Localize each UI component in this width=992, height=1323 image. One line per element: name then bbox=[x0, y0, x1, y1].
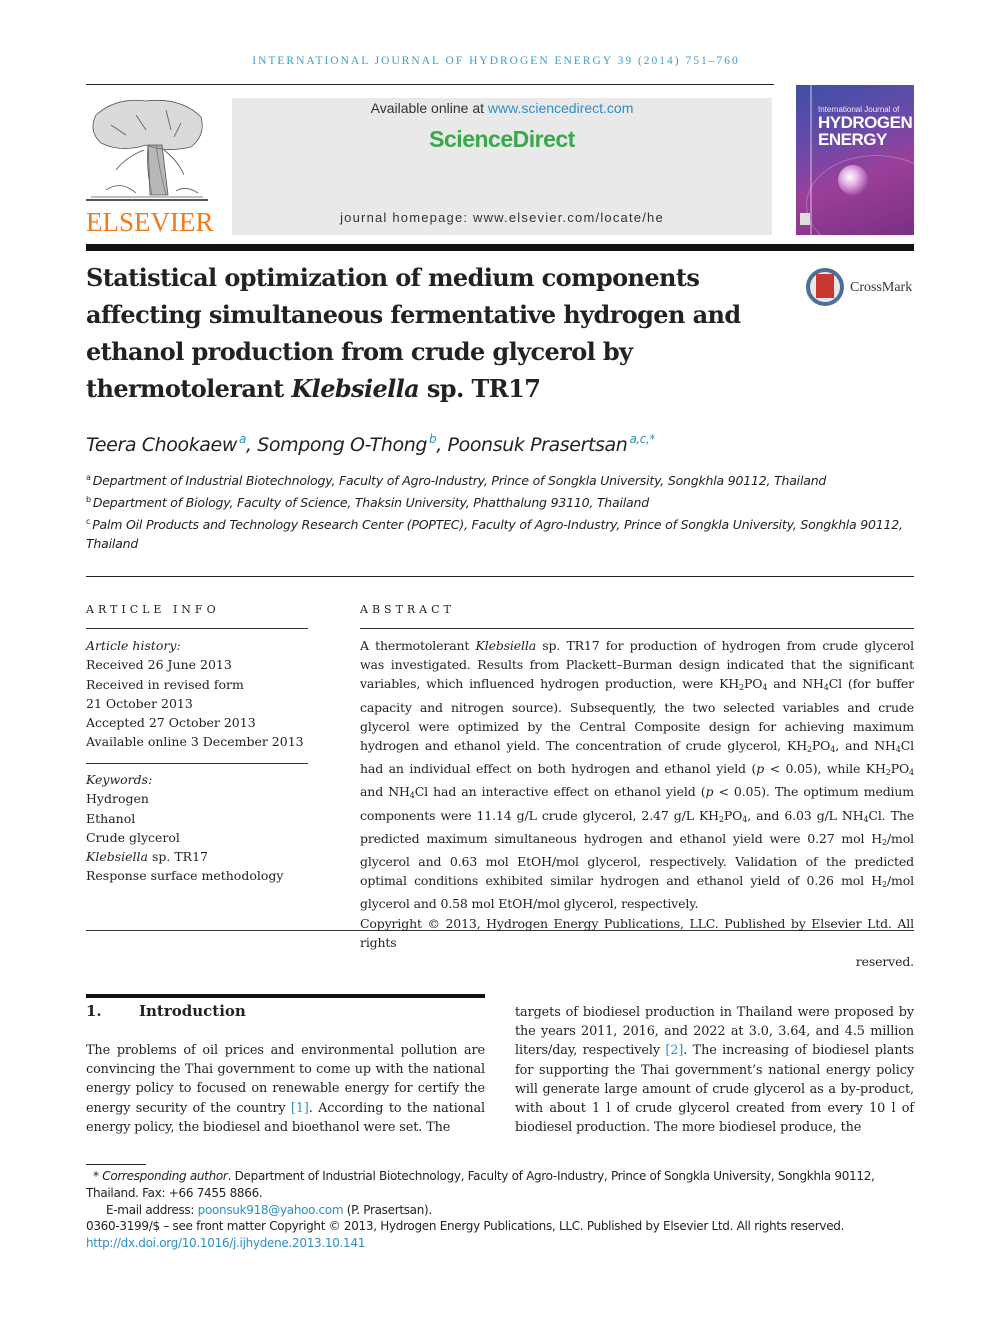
history-item: Accepted 27 October 2013 bbox=[86, 715, 256, 731]
sciencedirect-brand[interactable]: ScienceDirect bbox=[232, 126, 772, 153]
affiliations: a Department of Industrial Biotechnology,… bbox=[86, 468, 916, 553]
abstract-heading: ABSTRACT bbox=[360, 603, 455, 616]
introduction-text-left: The problems of oil prices and environme… bbox=[86, 1043, 485, 1135]
footnotes: * Corresponding author. Department of In… bbox=[86, 1168, 916, 1252]
abstract-paragraph: A thermotolerant Klebsiella sp. TR17 for… bbox=[360, 638, 915, 912]
author-list: Teera Chookaew a, Sompong O-Thong b, Poons… bbox=[86, 432, 656, 456]
available-online-prefix: Available online at bbox=[370, 100, 488, 116]
info-rule bbox=[86, 628, 308, 629]
author-name[interactable]: Teera Chookaew bbox=[86, 434, 237, 456]
keyword: Hydrogen bbox=[86, 791, 149, 807]
affiliation: c Palm Oil Products and Technology Resear… bbox=[86, 512, 916, 553]
introduction-rule bbox=[86, 994, 485, 998]
author-affil-sup[interactable]: a,c,* bbox=[629, 432, 655, 446]
affiliation: a Department of Industrial Biotechnology,… bbox=[86, 468, 916, 490]
cover-publisher-icon bbox=[800, 213, 810, 225]
article-title: Statistical optimization of medium compo… bbox=[86, 259, 766, 407]
copyright-end: reserved. bbox=[855, 954, 914, 970]
elsevier-logo[interactable]: ELSEVIER bbox=[86, 95, 214, 237]
abstract-body: A thermotolerant Klebsiella sp. TR17 for… bbox=[360, 636, 914, 971]
keyword-strain: sp. TR17 bbox=[148, 849, 208, 865]
title-genus: Klebsiella bbox=[291, 374, 420, 403]
cover-title: HYDROGEN ENERGY bbox=[818, 113, 913, 149]
author-affil-sup[interactable]: b bbox=[429, 432, 437, 446]
affiliation-label: c bbox=[86, 517, 91, 526]
affiliation-text: Palm Oil Products and Technology Researc… bbox=[86, 517, 903, 551]
crossmark-label: CrossMark bbox=[850, 280, 913, 295]
keyword: Klebsiella sp. TR17 bbox=[86, 847, 283, 866]
front-matter: 0360-3199/$ – see front matter Copyright… bbox=[86, 1219, 845, 1234]
info-rule bbox=[86, 763, 308, 764]
journal-cover[interactable]: International Journal of HYDROGEN ENERGY bbox=[796, 85, 914, 235]
affiliation-label: b bbox=[86, 495, 91, 504]
email-link[interactable]: poonsuk918@yahoo.com bbox=[198, 1203, 344, 1217]
section-title: Introduction bbox=[139, 1002, 246, 1020]
journal-homepage[interactable]: journal homepage: www.elsevier.com/locat… bbox=[232, 210, 772, 225]
cover-orb-icon bbox=[838, 165, 868, 195]
introduction-heading: 1. Introduction bbox=[86, 1002, 246, 1020]
header-thick-rule bbox=[86, 244, 914, 251]
keywords-heading: Keywords: bbox=[86, 772, 153, 787]
history-item: 21 October 2013 bbox=[86, 695, 193, 711]
affiliation: b Department of Biology, Faculty of Scien… bbox=[86, 490, 916, 512]
keyword: Ethanol bbox=[86, 810, 136, 826]
footnote-rule bbox=[86, 1164, 146, 1165]
keyword-genus: Klebsiella bbox=[86, 849, 148, 865]
keyword: Crude glycerol bbox=[86, 829, 180, 845]
email-note: E-mail address: poonsuk918@yahoo.com (P.… bbox=[106, 1202, 432, 1217]
affiliation-text: Department of Biology, Faculty of Scienc… bbox=[92, 495, 649, 510]
crossmark-ribbon-icon bbox=[816, 274, 834, 298]
history-item: Received in revised form bbox=[86, 676, 244, 692]
crossmark-badge[interactable]: CrossMark bbox=[806, 268, 916, 308]
author-name[interactable]: Poonsuk Prasertsan bbox=[448, 434, 628, 456]
article-history: Article history: Received 26 June 2013 R… bbox=[86, 636, 304, 752]
author-name[interactable]: Sompong O-Thong bbox=[257, 434, 427, 456]
affiliation-text: Department of Industrial Biotechnology, … bbox=[92, 473, 827, 488]
history-item: Received 26 June 2013 bbox=[86, 657, 232, 673]
introduction-text-right: targets of biodiesel production in Thail… bbox=[515, 1005, 914, 1136]
cover-title-line1: HYDROGEN bbox=[818, 113, 913, 132]
cover-title-line2: ENERGY bbox=[818, 130, 887, 149]
history-heading: Article history: bbox=[86, 638, 181, 653]
section-number: 1. bbox=[86, 1002, 102, 1020]
author-affil-sup[interactable]: a bbox=[239, 432, 246, 446]
article-info-heading: ARTICLE INFO bbox=[86, 603, 220, 616]
abstract-bottom-rule bbox=[86, 930, 914, 931]
header-rule bbox=[86, 84, 774, 85]
affiliation-label: a bbox=[86, 473, 91, 482]
copyright-line: Copyright © 2013, Hydrogen Energy Public… bbox=[360, 915, 914, 950]
citation-link[interactable]: [1] bbox=[291, 1101, 309, 1116]
running-head: INTERNATIONAL JOURNAL OF HYDROGEN ENERGY… bbox=[252, 55, 740, 67]
sciencedirect-link[interactable]: www.sciencedirect.com bbox=[488, 100, 634, 116]
keywords: Keywords: Hydrogen Ethanol Crude glycero… bbox=[86, 770, 283, 886]
section-rule bbox=[86, 576, 914, 577]
sciencedirect-banner: Available online at www.sciencedirect.co… bbox=[232, 98, 772, 235]
corresponding-author-note: * Corresponding author. Department of In… bbox=[86, 1169, 875, 1200]
history-item: Available online 3 December 2013 bbox=[86, 734, 304, 750]
citation-link[interactable]: [2] bbox=[665, 1043, 683, 1058]
elsevier-tree-icon bbox=[86, 99, 208, 201]
abstract-rule bbox=[360, 628, 914, 629]
abstract-copyright: Copyright © 2013, Hydrogen Energy Public… bbox=[360, 914, 914, 972]
elsevier-wordmark: ELSEVIER bbox=[86, 207, 214, 237]
title-strain: sp. TR17 bbox=[419, 374, 541, 403]
doi-link[interactable]: http://dx.doi.org/10.1016/j.ijhydene.201… bbox=[86, 1236, 365, 1250]
available-online-text: Available online at www.sciencedirect.co… bbox=[232, 100, 772, 116]
keyword: Response surface methodology bbox=[86, 868, 284, 884]
